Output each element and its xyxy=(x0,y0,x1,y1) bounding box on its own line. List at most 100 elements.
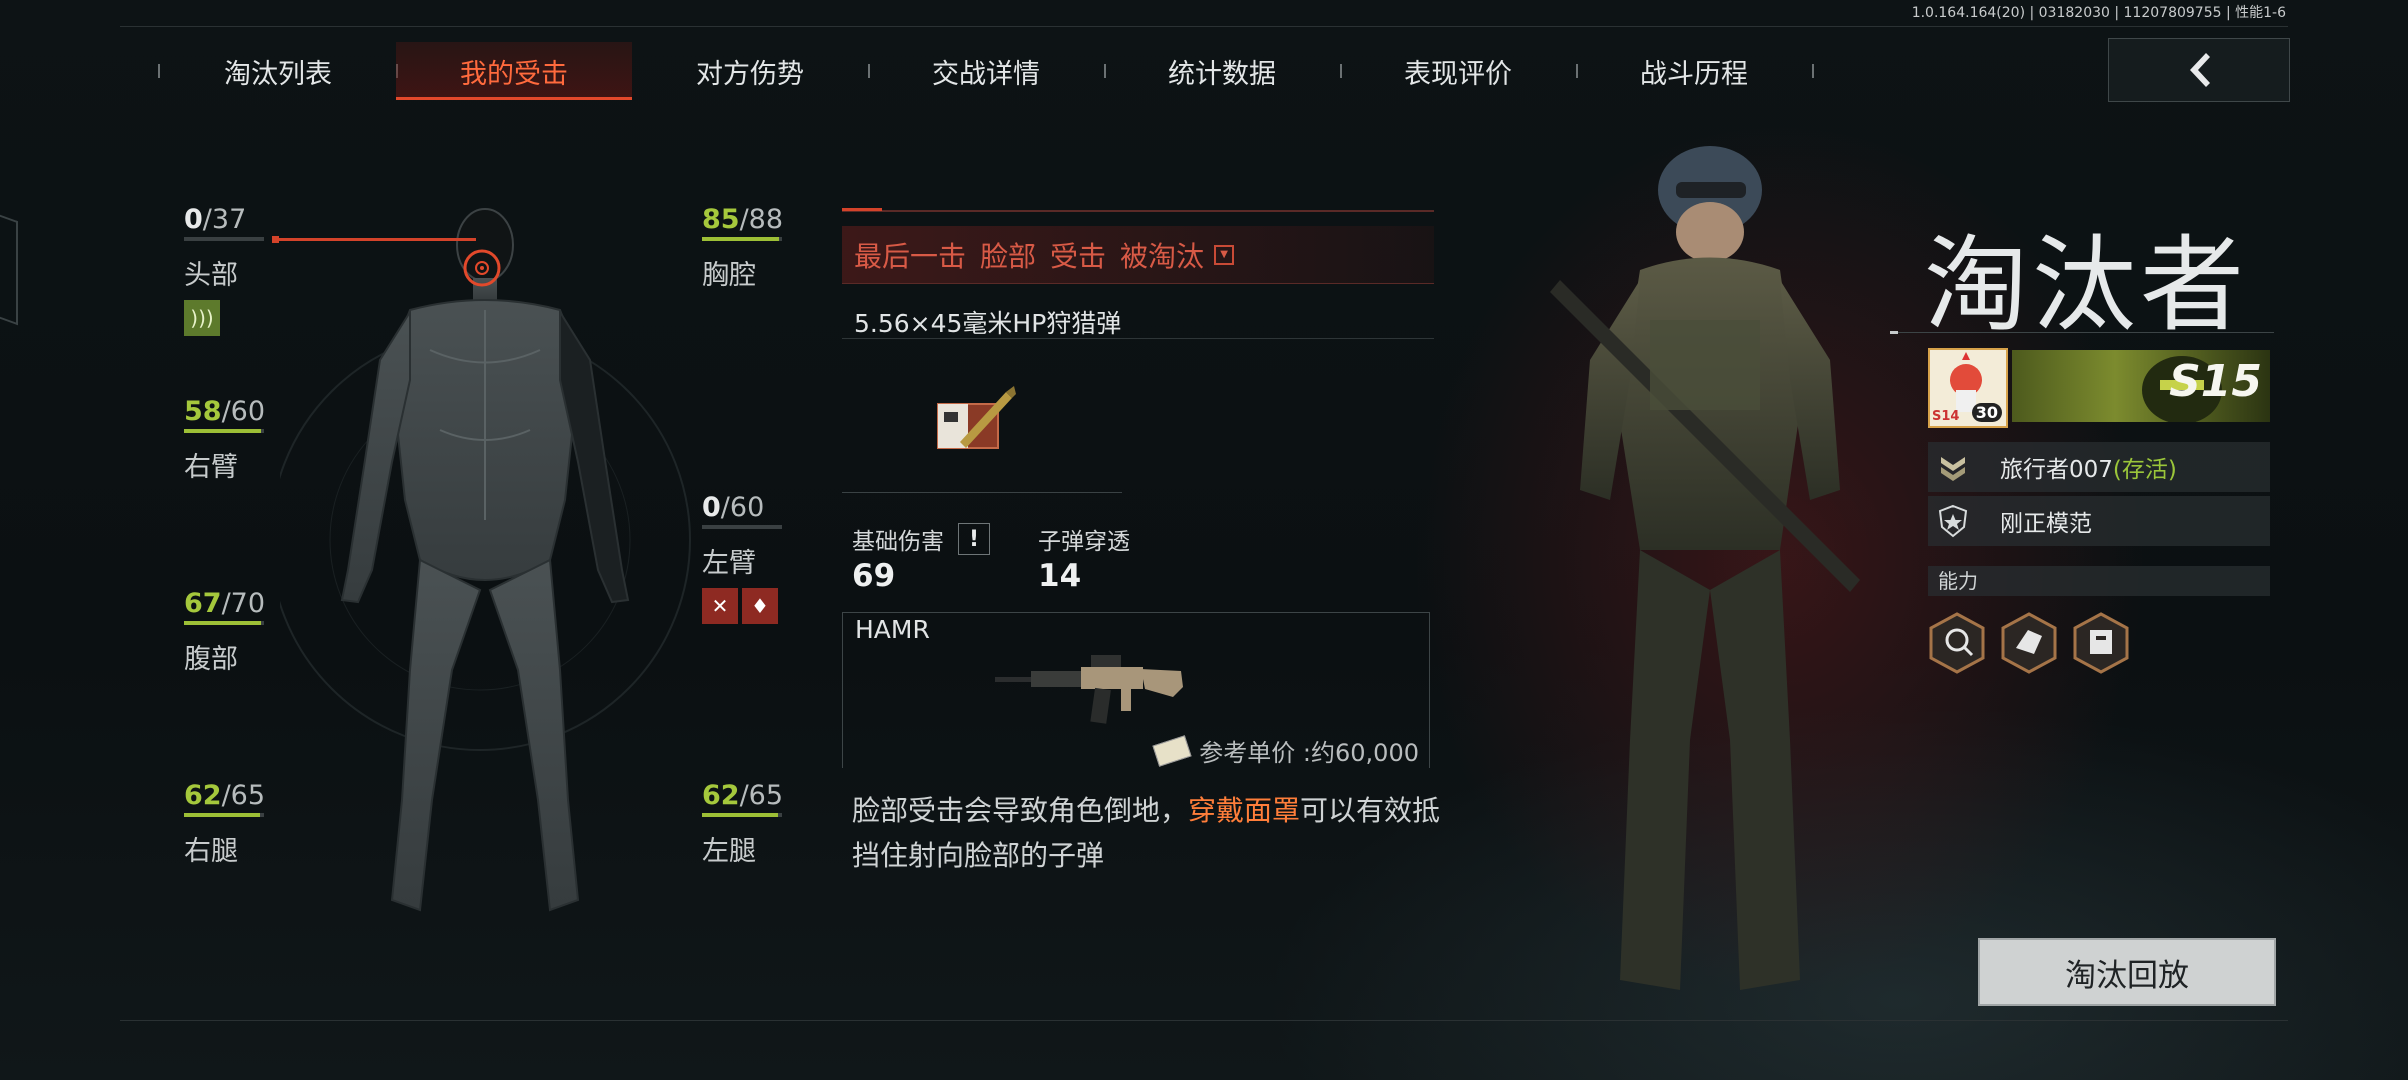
abdomen-max: /70 xyxy=(221,588,266,619)
season-label: S15 xyxy=(2169,356,2262,407)
hit-label: 受击 xyxy=(1050,239,1107,273)
stat-head: 0/37 头部 ))) xyxy=(184,204,264,336)
tab-battle-history[interactable]: 战斗历程 xyxy=(1576,42,1814,100)
hint-text: 脸部受击会导致角色倒地，穿戴面罩可以有效抵挡住射向脸部的子弹 xyxy=(852,788,1442,878)
chest-max: /88 xyxy=(739,204,784,235)
penetration-label: 子弹穿透 xyxy=(1038,529,1130,555)
eliminated-label: 被淘汰 xyxy=(1120,239,1205,273)
ammo-divider xyxy=(842,338,1434,339)
ammo-section-divider xyxy=(842,492,1122,493)
chest-health-bar xyxy=(702,237,782,241)
right-leg-health-bar xyxy=(184,813,264,817)
reference-price: 参考单价 :约60,000 xyxy=(1199,739,1419,767)
player-avatar-badge[interactable]: S14 30 xyxy=(1928,348,2008,428)
weapon-name: HAMR xyxy=(855,615,930,644)
tab-label: 我的受击 xyxy=(460,58,568,90)
info-exclamation-icon[interactable]: ! xyxy=(958,523,990,555)
tab-label: 统计数据 xyxy=(1168,58,1276,90)
bottom-divider xyxy=(120,1020,2288,1021)
right-arm-current: 58 xyxy=(184,396,222,427)
back-button[interactable] xyxy=(2108,38,2290,102)
tab-performance[interactable]: 表现评价 xyxy=(1340,42,1578,100)
left-arm-health-bar xyxy=(702,525,782,529)
title-divider xyxy=(1890,331,2274,334)
ammo-box-icon xyxy=(937,386,1016,449)
stat-right-arm: 58/60 右臂 xyxy=(184,396,265,484)
left-leg-max: /65 xyxy=(739,780,784,811)
left-leg-health-bar xyxy=(702,813,782,817)
ability-breach-icon[interactable] xyxy=(2000,612,2058,674)
stat-right-leg: 62/65 右腿 xyxy=(184,780,265,868)
killer-title: 淘汰者 xyxy=(1924,224,2249,346)
fracture-icon: ✕ xyxy=(702,588,738,624)
tab-label: 对方伤势 xyxy=(696,58,804,90)
kill-summary-row[interactable]: 最后一击 脸部 受击 被淘汰 ▼ xyxy=(842,226,1434,284)
left-arm-max: /60 xyxy=(720,492,765,523)
head-label: 头部 xyxy=(184,260,238,291)
tab-elimination-list[interactable]: 淘汰列表 xyxy=(158,42,398,100)
tab-label: 淘汰列表 xyxy=(224,58,332,90)
tab-label: 战斗历程 xyxy=(1640,58,1748,90)
panel-top-line xyxy=(842,208,1434,212)
tab-opponent-injuries[interactable]: 对方伤势 xyxy=(632,42,870,100)
chest-label: 胸腔 xyxy=(702,260,756,291)
ability-label: 能力 xyxy=(1928,566,2270,596)
chest-current: 85 xyxy=(702,204,740,235)
left-arm-label: 左臂 xyxy=(702,548,756,579)
stat-left-arm: 0/60 左臂 ✕ ♦ xyxy=(702,492,782,624)
left-arm-current: 0 xyxy=(702,492,721,523)
head-health-bar xyxy=(184,237,264,241)
expand-arrow-icon[interactable]: ▼ xyxy=(1214,244,1235,265)
price-row: 参考单价 :约60,000 xyxy=(1152,733,1419,768)
head-indicator-line xyxy=(276,238,476,241)
left-leg-label: 左腿 xyxy=(702,836,756,867)
ability-tool-icon[interactable] xyxy=(2072,612,2130,674)
top-divider xyxy=(120,26,2288,27)
cash-icon xyxy=(1152,734,1192,767)
final-hit-label: 最后一击 xyxy=(854,239,967,273)
tab-engagement-details[interactable]: 交战详情 xyxy=(868,42,1106,100)
base-damage-value: 69 xyxy=(852,558,896,594)
player-name-row[interactable]: 旅行者007 (存活) xyxy=(1928,442,2270,492)
body-figure xyxy=(280,208,691,912)
damage-stats: 基础伤害! 69 子弹穿透 14 xyxy=(852,522,1130,594)
season-banner[interactable]: S15 xyxy=(2012,350,2270,422)
abdomen-label: 腹部 xyxy=(184,644,238,675)
ear-icon: ))) xyxy=(184,300,220,336)
right-leg-current: 62 xyxy=(184,780,222,811)
star-shield-icon xyxy=(1928,496,1978,546)
hint-highlight: 穿戴面罩 xyxy=(1188,794,1301,827)
hint-text-start: 脸部受击会导致角色倒地， xyxy=(852,794,1189,827)
right-arm-health-bar xyxy=(184,429,264,433)
right-arm-max: /60 xyxy=(221,396,266,427)
player-title: 刚正模范 xyxy=(2000,511,2092,537)
left-edge-decor xyxy=(0,214,18,326)
ability-list xyxy=(1928,612,2130,674)
right-leg-label: 右腿 xyxy=(184,836,238,867)
rank-chevron-icon xyxy=(1928,442,1978,492)
badge-season: S14 xyxy=(1932,409,1960,424)
weapon-card[interactable]: HAMR 参考单价 :约60,000 xyxy=(842,612,1430,768)
elimination-replay-button[interactable]: 淘汰回放 xyxy=(1978,938,2276,1006)
right-arm-label: 右臂 xyxy=(184,452,238,483)
right-leg-max: /65 xyxy=(221,780,266,811)
stat-abdomen: 67/70 腹部 xyxy=(184,588,265,676)
killer-character-model xyxy=(1550,146,1860,990)
tab-my-hits[interactable]: 我的受击 xyxy=(396,42,632,100)
player-name: 旅行者007 xyxy=(2000,457,2113,483)
left-leg-current: 62 xyxy=(702,780,740,811)
head-current: 0 xyxy=(184,204,203,235)
player-status: (存活) xyxy=(2112,457,2177,483)
player-title-row[interactable]: 刚正模范 xyxy=(1928,496,2270,546)
version-info: 1.0.164.164(20) | 03182030 | 11207809755… xyxy=(1911,5,2286,21)
badge-level: 30 xyxy=(1971,403,2002,422)
tab-statistics[interactable]: 统计数据 xyxy=(1104,42,1342,100)
stat-chest: 85/88 胸腔 xyxy=(702,204,783,292)
chevron-left-icon xyxy=(2190,53,2210,87)
bleeding-icon: ♦ xyxy=(742,588,778,624)
abdomen-current: 67 xyxy=(184,588,222,619)
tab-label: 交战详情 xyxy=(932,58,1040,90)
ability-scan-icon[interactable] xyxy=(1928,612,1986,674)
tab-bar: 淘汰列表 我的受击 对方伤势 交战详情 统计数据 表现评价 战斗历程 xyxy=(158,42,1814,100)
penetration-value: 14 xyxy=(1038,558,1082,594)
